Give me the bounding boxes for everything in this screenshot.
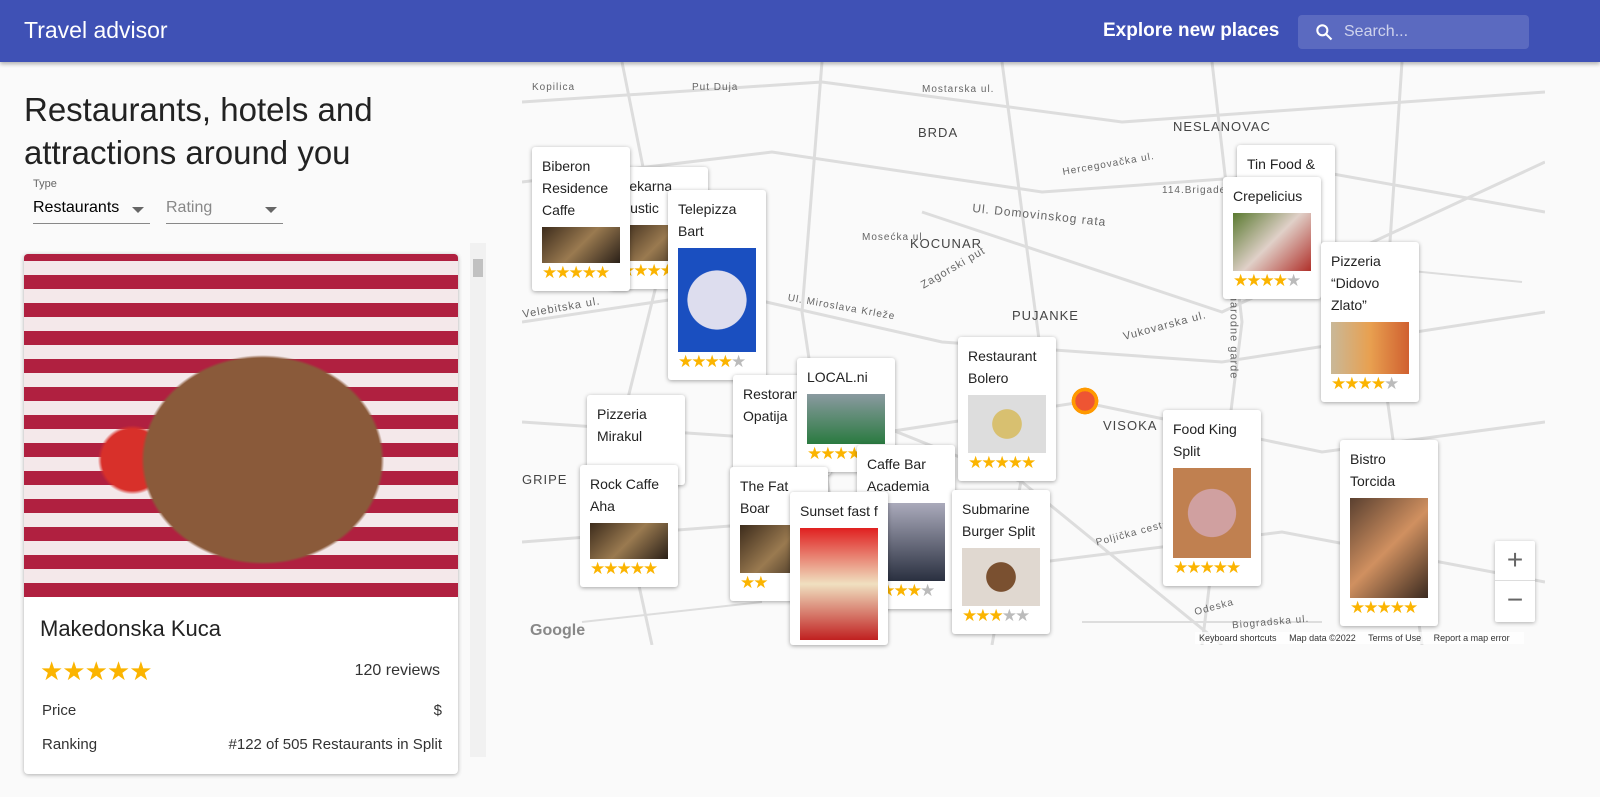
- card-rating: ★★★★★: [968, 453, 1036, 472]
- card-name: Tin Food &: [1247, 156, 1315, 172]
- street-label: Mosećka ul.: [862, 232, 927, 243]
- map-place-card[interactable]: Submarine Burger Split ★★★★★: [952, 490, 1050, 634]
- place-photo: [24, 254, 458, 597]
- street-label: Put Duja: [692, 82, 739, 93]
- card-photo: [1350, 498, 1428, 598]
- card-photo: [542, 227, 620, 263]
- search-input[interactable]: [1344, 15, 1524, 49]
- card-photo: [678, 248, 756, 352]
- card-name: Submarine Burger Split: [962, 501, 1036, 539]
- report-error-link[interactable]: Report a map error: [1434, 633, 1510, 643]
- google-logo: Google: [530, 622, 586, 639]
- card-photo: [590, 523, 668, 559]
- card-name: Pizzeria Mirakul: [597, 406, 647, 444]
- street-label: Mostarska ul.: [922, 84, 995, 95]
- card-rating: ★★★★★: [1350, 598, 1418, 617]
- area-label: NESLANOVAC: [1173, 119, 1271, 134]
- search-icon: [1316, 24, 1333, 41]
- place-rating: ★★★★★: [40, 656, 153, 686]
- type-label: Type: [33, 178, 57, 190]
- card-photo: [1233, 213, 1311, 271]
- card-rating: ★★★★★: [1173, 558, 1241, 577]
- card-name: Bistro Torcida: [1350, 451, 1396, 489]
- weather-sun-icon: [1068, 384, 1102, 418]
- card-photo: [962, 548, 1040, 606]
- place-card[interactable]: Makedonska Kuca ★★★★★ 120 reviews Price $…: [24, 254, 458, 774]
- place-reviews: 120 reviews: [354, 662, 440, 679]
- card-rating: ★★★★★: [542, 263, 610, 282]
- zoom-in-button[interactable]: +: [1495, 541, 1535, 581]
- card-photo: [968, 395, 1046, 453]
- card-name: Biberon Residence Caffe: [542, 158, 609, 218]
- card-photo: [1173, 468, 1251, 558]
- ranking-row: Ranking #122 of 505 Restaurants in Split: [42, 736, 442, 753]
- card-name: Caffe Bar Academia: [867, 456, 930, 494]
- map-place-card[interactable]: Bistro Torcida ★★★★★: [1340, 440, 1438, 626]
- card-photo: [800, 528, 878, 640]
- map-footer: Keyboard shortcuts Map data ©2022 Terms …: [1195, 632, 1524, 644]
- keyboard-shortcuts-link[interactable]: Keyboard shortcuts: [1199, 633, 1277, 643]
- card-name: Sunset fast food: [800, 503, 878, 519]
- map-place-card[interactable]: Pizzeria “Didovo Zlato” ★★★★★: [1321, 242, 1419, 402]
- card-rating: ★★★★★: [678, 352, 746, 371]
- list-scrollbar[interactable]: [470, 243, 486, 757]
- street-label: Kopilica: [532, 82, 576, 93]
- ranking-label: Ranking: [42, 736, 98, 753]
- search-box[interactable]: [1298, 15, 1529, 49]
- card-name: Telepizza Bart: [678, 201, 737, 239]
- explore-label: Explore new places: [1103, 20, 1280, 41]
- map-place-card[interactable]: Crepelicius ★★★★★: [1223, 177, 1321, 299]
- card-name: LOCAL.ni: [807, 369, 868, 385]
- chevron-down-icon: [265, 207, 277, 213]
- price-row: Price $: [42, 702, 442, 719]
- card-name: Restaurant Bolero: [968, 348, 1037, 386]
- area-label: VISOKA: [1103, 418, 1158, 433]
- chevron-down-icon: [132, 207, 144, 213]
- ranking-value: #122 of 505 Restaurants in Split: [228, 736, 442, 753]
- card-photo: [807, 394, 885, 444]
- page-title: Restaurants, hotels and attractions arou…: [24, 91, 373, 171]
- map-place-card[interactable]: Sunset fast food: [790, 492, 888, 645]
- rating-placeholder: Rating: [166, 199, 213, 216]
- map-place-card[interactable]: Food King Split ★★★★★: [1163, 410, 1261, 586]
- area-label: PUJANKE: [1012, 308, 1079, 323]
- price-value: $: [433, 702, 442, 719]
- terms-link[interactable]: Terms of Use: [1368, 633, 1421, 643]
- type-value: Restaurants: [33, 199, 120, 216]
- app-title: Travel advisor: [24, 17, 168, 43]
- zoom-out-button[interactable]: −: [1495, 581, 1535, 621]
- card-name: Pizzeria “Didovo Zlato”: [1331, 253, 1381, 313]
- map-place-card[interactable]: Rock Caffe Aha ★★★★★: [580, 465, 678, 587]
- card-name: Food King Split: [1173, 421, 1237, 459]
- card-rating: ★★★★★: [590, 559, 658, 578]
- scrollbar-thumb[interactable]: [473, 259, 483, 277]
- card-rating: ★★★★★: [962, 606, 1030, 625]
- street-label: 114.Brigade: [1162, 185, 1227, 196]
- card-name: Rock Caffe Aha: [590, 476, 659, 514]
- card-photo: [1331, 322, 1409, 374]
- area-label: BRDA: [918, 125, 959, 140]
- map-data-label: Map data ©2022: [1289, 633, 1356, 643]
- app-header: Travel advisor Explore new places: [0, 0, 1600, 62]
- map-place-card[interactable]: Restaurant Bolero ★★★★★: [958, 337, 1056, 481]
- map-place-card[interactable]: Biberon Residence Caffe ★★★★★: [532, 147, 630, 291]
- place-name: Makedonska Kuca: [40, 616, 221, 641]
- map-place-card[interactable]: Telepizza Bart ★★★★★: [668, 190, 766, 380]
- zoom-controls: + −: [1495, 541, 1535, 622]
- area-label: GRIPE: [522, 472, 568, 487]
- rating-select[interactable]: Rating: [166, 196, 283, 224]
- card-name: Crepelicius: [1233, 188, 1303, 204]
- type-select[interactable]: Restaurants: [33, 196, 150, 224]
- card-rating: ★★★★★: [1331, 374, 1399, 393]
- price-label: Price: [42, 702, 77, 719]
- card-rating: ★★★★★: [1233, 271, 1301, 290]
